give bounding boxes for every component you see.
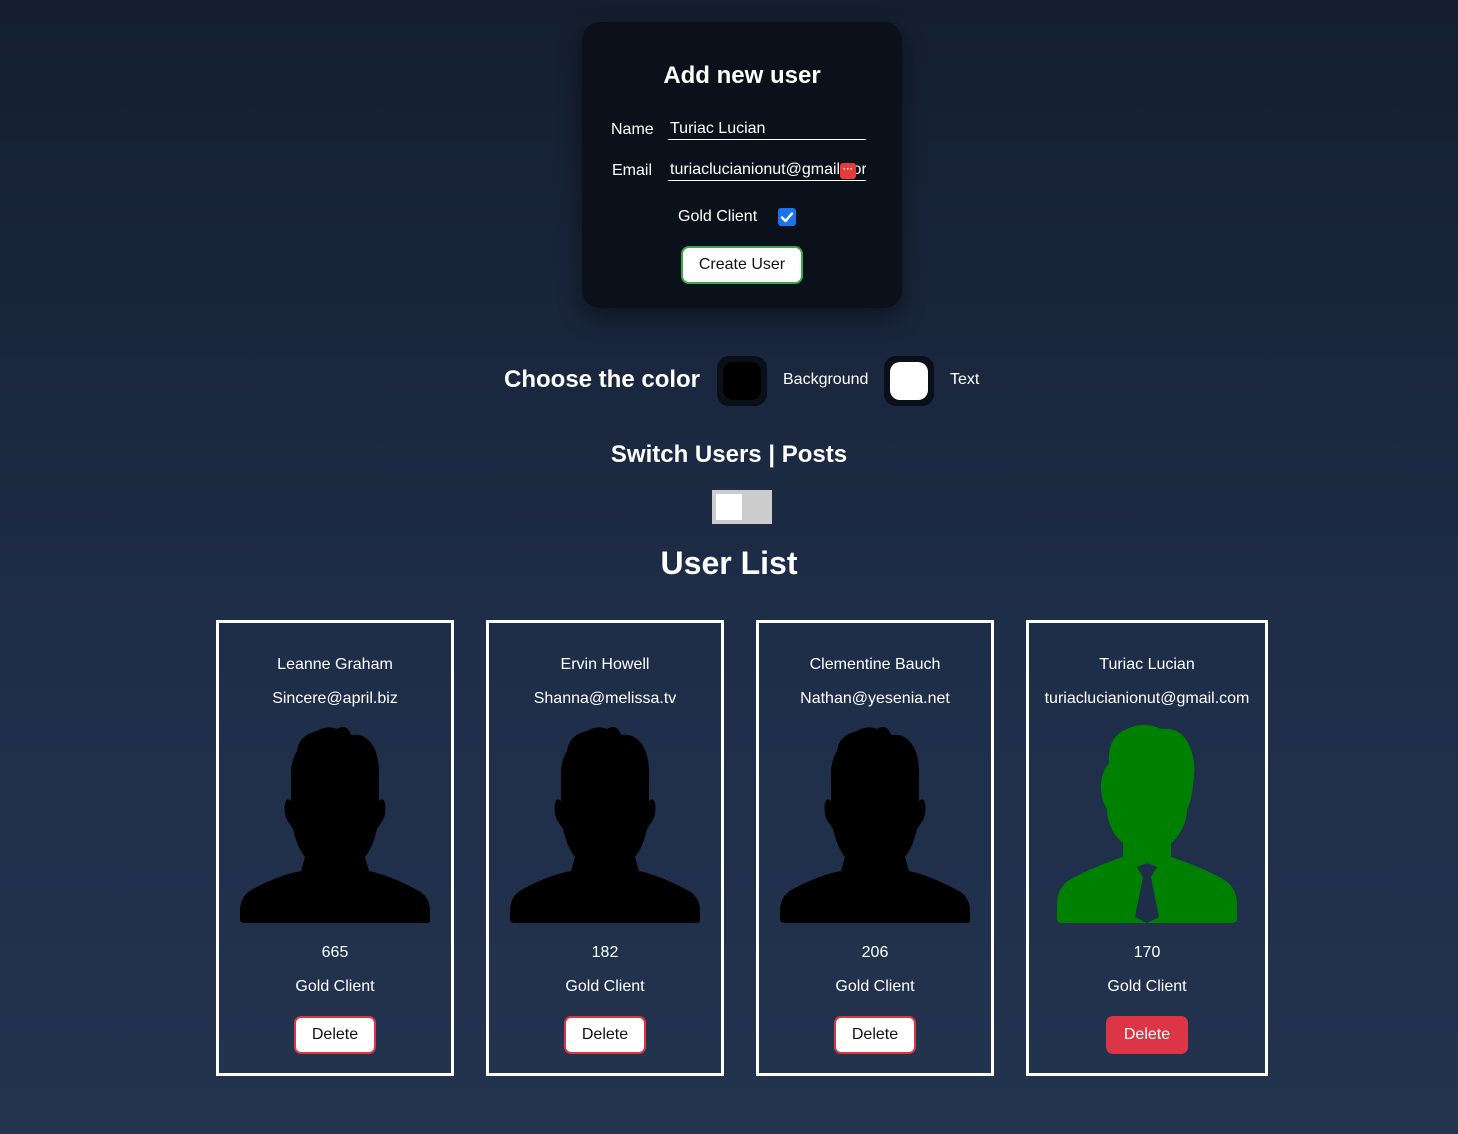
male-silhouette-icon <box>780 727 970 923</box>
email-input[interactable]: turiaclucianionut@gmail.cor <box>668 159 866 181</box>
background-color-picker[interactable] <box>717 356 767 406</box>
male-silhouette-icon <box>510 727 700 923</box>
user-name: Leanne Graham <box>277 656 393 673</box>
user-number: 665 <box>321 944 349 961</box>
user-card: Ervin Howell Shanna@melissa.tv 182 Gold … <box>486 620 724 1076</box>
user-status: Gold Client <box>1107 978 1187 995</box>
background-color-label: Background <box>783 371 869 388</box>
text-color-label: Text <box>950 371 980 388</box>
user-number: 182 <box>591 944 619 961</box>
switch-title: Switch Users | Posts <box>610 441 848 468</box>
user-email: turiaclucianionut@gmail.com <box>1044 690 1250 707</box>
user-status: Gold Client <box>565 978 645 995</box>
toggle-knob <box>716 494 742 520</box>
businessman-icon <box>1057 725 1237 923</box>
email-label: Email <box>612 162 653 179</box>
delete-user-button[interactable]: Delete <box>834 1016 916 1054</box>
users-posts-toggle[interactable] <box>712 490 772 524</box>
delete-user-button[interactable]: Delete <box>294 1016 376 1054</box>
add-user-form: Add new user Name Turiac Lucian Email tu… <box>582 22 902 308</box>
name-label: Name <box>611 121 654 138</box>
gold-client-label: Gold Client <box>678 208 758 225</box>
user-name: Clementine Bauch <box>809 656 941 673</box>
user-list-title: User List <box>660 545 798 581</box>
text-color-picker[interactable] <box>884 356 934 406</box>
form-title: Add new user <box>663 62 821 89</box>
user-email: Sincere@april.biz <box>272 690 398 707</box>
user-status: Gold Client <box>835 978 915 995</box>
user-name: Turiac Lucian <box>1099 656 1195 673</box>
delete-user-button[interactable]: Delete <box>1106 1016 1188 1054</box>
name-input[interactable]: Turiac Lucian <box>668 118 866 140</box>
male-silhouette-icon <box>240 727 430 923</box>
password-manager-icon[interactable]: ··· <box>840 163 856 179</box>
user-card: Clementine Bauch Nathan@yesenia.net 206 … <box>756 620 994 1076</box>
user-card: Leanne Graham Sincere@april.biz 665 Gold… <box>216 620 454 1076</box>
user-name: Ervin Howell <box>560 656 650 673</box>
background-color-swatch <box>723 362 761 400</box>
color-chooser-title: Choose the color <box>504 366 701 393</box>
delete-user-button[interactable]: Delete <box>564 1016 646 1054</box>
gold-client-checkbox[interactable] <box>778 208 796 226</box>
user-number: 170 <box>1133 944 1161 961</box>
user-card: Turiac Lucian turiaclucianionut@gmail.co… <box>1026 620 1268 1076</box>
user-email: Nathan@yesenia.net <box>800 690 950 707</box>
create-user-button[interactable]: Create User <box>681 246 803 284</box>
user-email: Shanna@melissa.tv <box>533 690 677 707</box>
user-number: 206 <box>861 944 889 961</box>
text-color-swatch <box>890 362 928 400</box>
checkmark-icon <box>780 212 794 223</box>
user-status: Gold Client <box>295 978 375 995</box>
